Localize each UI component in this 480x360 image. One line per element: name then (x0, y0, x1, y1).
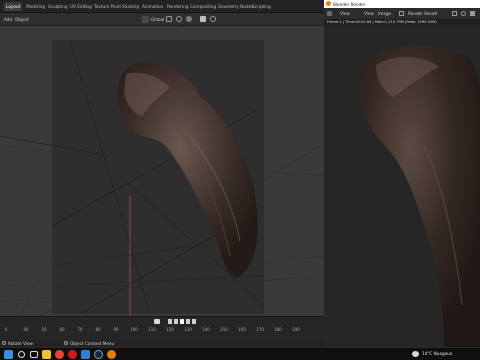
jump-start-icon[interactable] (168, 319, 172, 324)
render-result-image (359, 45, 480, 347)
tab-compositing[interactable]: Compositing (188, 2, 218, 11)
snap-icon[interactable] (176, 16, 182, 22)
status-right: Object Context Menu (70, 341, 115, 346)
timeline-tick: 120 (166, 327, 174, 332)
chrome-icon[interactable] (55, 350, 64, 359)
editor-type-icon[interactable] (327, 11, 332, 16)
timeline-tick: 160 (238, 327, 246, 332)
timeline-tick: 0 (4, 327, 8, 332)
proportional-edit-icon[interactable] (186, 16, 192, 22)
render-toolbar: View View Image Render Result (324, 8, 480, 19)
object-menu[interactable]: Object (15, 16, 29, 23)
image-menu[interactable]: Image (378, 11, 391, 16)
timeline-tick: 100 (130, 327, 138, 332)
timeline-tick: 80 (95, 327, 101, 332)
windows-taskbar: 14°C Nuageux (0, 347, 480, 360)
tab-scripting[interactable]: Scripting (250, 2, 273, 11)
tab-rendering[interactable]: Rendering (165, 2, 190, 11)
timeline-tick: 60 (59, 327, 65, 332)
prev-keyframe-icon[interactable] (174, 319, 178, 324)
timeline-tick: 50 (41, 327, 47, 332)
pivot-icon[interactable] (166, 16, 172, 22)
steam-icon[interactable] (94, 350, 103, 359)
timeline-tick: 130 (184, 327, 192, 332)
status-bar: Rotate View Object Context Menu (0, 340, 324, 347)
tab-shading[interactable]: Shading (120, 2, 141, 11)
hair-model (117, 62, 258, 277)
transform-orientation-dropdown[interactable]: Global (151, 16, 164, 23)
playback-controls[interactable] (168, 319, 198, 324)
tab-texture-paint[interactable]: Texture Paint (92, 2, 123, 11)
display-icon[interactable] (461, 11, 466, 16)
next-keyframe-icon[interactable] (186, 319, 190, 324)
viewport-header: Add Object Global (0, 13, 324, 26)
weather-text[interactable]: 14°C Nuageux (422, 351, 452, 356)
copy-icon[interactable] (452, 11, 457, 16)
timeline-tick: 150 (220, 327, 228, 332)
timeline-tick: 180 (274, 327, 282, 332)
render-window-titlebar: Blender Render (324, 0, 480, 8)
explorer-icon[interactable] (42, 350, 51, 359)
add-menu[interactable]: Add (4, 16, 12, 23)
timeline-tick: 90 (113, 327, 119, 332)
tab-animation[interactable]: Animation (140, 2, 165, 11)
search-icon[interactable] (18, 351, 25, 358)
tab-modeling[interactable]: Modeling (24, 2, 47, 11)
render-info-text: Frame:1 | Time:00:02.84 | Mem:1,210.79M … (327, 20, 437, 24)
timeline-tick: 70 (77, 327, 83, 332)
keyframe-icon[interactable] (154, 319, 160, 324)
overlay-icon[interactable] (200, 16, 206, 22)
render-slot-dropdown[interactable]: Render Result (408, 11, 437, 16)
timeline-tick: 140 (202, 327, 210, 332)
mouse-icon (2, 341, 6, 345)
task-view-icon[interactable] (30, 351, 38, 358)
store-icon[interactable] (81, 350, 90, 359)
transform-orientation-icon[interactable] (142, 16, 149, 23)
weather-icon[interactable] (412, 351, 419, 357)
timeline-tick: 170 (256, 327, 264, 332)
timeline[interactable]: 0 40 50 60 70 80 90 100 110 120 130 140 150 160 170 180… (0, 316, 324, 340)
view-menu[interactable]: View (340, 11, 350, 16)
workspace-tab-bar: Layout Modeling Sculpting UV Editing Tex… (0, 0, 324, 13)
mouse-right-icon (64, 341, 68, 345)
3d-viewport[interactable] (0, 26, 324, 316)
opera-icon[interactable] (68, 350, 77, 359)
timeline-tick: 110 (148, 327, 156, 332)
windows-icon[interactable] (4, 350, 13, 359)
play-icon[interactable] (180, 319, 184, 324)
render-window-title: Blender Render (333, 1, 366, 7)
blender-icon (326, 1, 331, 6)
image-browse-icon[interactable] (399, 11, 404, 16)
tab-uv-editing[interactable]: UV Editing (68, 2, 94, 11)
timeline-tick: 190 (292, 327, 300, 332)
tab-sculpting[interactable]: Sculpting (46, 2, 70, 11)
status-left: Rotate View (8, 341, 33, 346)
view-menu-2[interactable]: View (364, 11, 374, 16)
shading-icon[interactable] (210, 16, 216, 22)
tab-layout[interactable]: Layout (4, 2, 23, 11)
blender-main-window: Layout Modeling Sculpting UV Editing Tex… (0, 0, 324, 347)
blender-taskbar-icon[interactable] (107, 350, 116, 359)
jump-end-icon[interactable] (192, 319, 196, 324)
render-window: Blender Render View View Image Render Re… (324, 0, 480, 347)
render-result-canvas[interactable] (324, 25, 480, 347)
channels-icon[interactable] (470, 11, 475, 16)
timeline-tick: 40 (23, 327, 29, 332)
